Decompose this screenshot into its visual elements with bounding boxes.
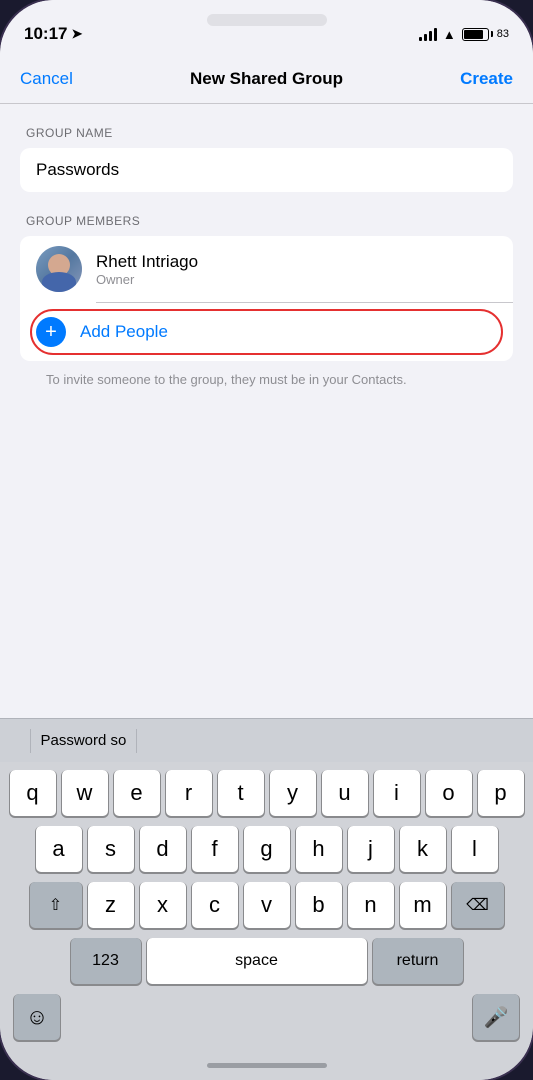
key-l[interactable]: l	[452, 826, 498, 872]
key-i[interactable]: i	[374, 770, 420, 816]
signal-bars	[419, 28, 437, 41]
numbers-key[interactable]: 123	[71, 938, 141, 984]
key-q[interactable]: q	[10, 770, 56, 816]
backspace-key[interactable]: ⌫	[452, 882, 504, 928]
key-h[interactable]: h	[296, 826, 342, 872]
group-name-label: GROUP NAME	[20, 126, 513, 140]
key-n[interactable]: n	[348, 882, 394, 928]
add-people-label[interactable]: Add People	[80, 322, 168, 342]
battery-icon: 83	[462, 28, 509, 41]
shift-key[interactable]: ⇧	[30, 882, 82, 928]
home-indicator	[0, 1050, 533, 1080]
signal-bar-1	[419, 37, 422, 41]
suggestion-center[interactable]: Password so	[31, 728, 137, 753]
wifi-icon: ▲	[443, 27, 456, 42]
key-m[interactable]: m	[400, 882, 446, 928]
dynamic-island	[207, 14, 327, 26]
key-z[interactable]: z	[88, 882, 134, 928]
key-row-4: 123 space return	[6, 938, 527, 984]
suggestion-right	[137, 737, 157, 745]
status-icons: ▲ 83	[419, 27, 509, 42]
key-p[interactable]: p	[478, 770, 524, 816]
return-key[interactable]: return	[373, 938, 463, 984]
suggestion-left	[10, 737, 30, 745]
location-icon: ➤	[71, 26, 82, 42]
battery-body	[462, 28, 489, 41]
avatar-face	[36, 246, 82, 292]
home-bar	[207, 1063, 327, 1068]
cancel-button[interactable]: Cancel	[20, 69, 73, 89]
signal-bar-4	[434, 28, 437, 41]
mic-key[interactable]: 🎤	[473, 994, 519, 1040]
battery-tip	[491, 31, 493, 37]
key-y[interactable]: y	[270, 770, 316, 816]
plus-symbol: +	[45, 322, 57, 342]
phone-frame: 10:17 ➤ ▲ 83	[0, 0, 533, 1080]
group-name-section: GROUP NAME Passwords	[0, 126, 533, 192]
key-o[interactable]: o	[426, 770, 472, 816]
create-button[interactable]: Create	[460, 69, 513, 89]
key-b[interactable]: b	[296, 882, 342, 928]
members-list: Rhett Intriago Owner + Add People	[20, 236, 513, 361]
key-w[interactable]: w	[62, 770, 108, 816]
key-row-3: ⇧ z x c v b n m ⌫	[6, 882, 527, 928]
invite-hint: To invite someone to the group, they mus…	[20, 361, 513, 389]
key-a[interactable]: a	[36, 826, 82, 872]
key-row-1: q w e r t y u i o p	[6, 770, 527, 816]
add-people-row[interactable]: + Add People	[20, 303, 513, 361]
member-name: Rhett Intriago	[96, 252, 198, 272]
group-name-input[interactable]: Passwords	[20, 148, 513, 192]
nav-bar: Cancel New Shared Group Create	[0, 54, 533, 104]
keyboard-area: Password so q w e r t y u i o p	[0, 718, 533, 1050]
member-row: Rhett Intriago Owner	[20, 236, 513, 302]
group-members-section: GROUP MEMBERS Rhett Intriago Owner	[0, 214, 533, 389]
member-info: Rhett Intriago Owner	[96, 252, 198, 287]
keyboard-rows: q w e r t y u i o p a s d f	[0, 762, 533, 988]
space-key[interactable]: space	[147, 938, 367, 984]
group-members-label: GROUP MEMBERS	[20, 214, 513, 228]
time-display: 10:17	[24, 24, 67, 44]
key-c[interactable]: c	[192, 882, 238, 928]
key-r[interactable]: r	[166, 770, 212, 816]
signal-bar-3	[429, 31, 432, 41]
battery-fill	[464, 30, 483, 39]
signal-bar-2	[424, 34, 427, 41]
battery-percent: 83	[497, 28, 509, 40]
key-e[interactable]: e	[114, 770, 160, 816]
keyboard-bottom-row: ☺ 🎤	[0, 988, 533, 1050]
avatar	[36, 246, 82, 292]
key-x[interactable]: x	[140, 882, 186, 928]
content-area: GROUP NAME Passwords GROUP MEMBERS	[0, 104, 533, 718]
key-v[interactable]: v	[244, 882, 290, 928]
key-d[interactable]: d	[140, 826, 186, 872]
key-g[interactable]: g	[244, 826, 290, 872]
status-time: 10:17 ➤	[24, 24, 82, 44]
emoji-key[interactable]: ☺	[14, 994, 60, 1040]
key-row-2: a s d f g h j k l	[6, 826, 527, 872]
member-role: Owner	[96, 272, 198, 287]
key-f[interactable]: f	[192, 826, 238, 872]
key-u[interactable]: u	[322, 770, 368, 816]
status-bar: 10:17 ➤ ▲ 83	[0, 0, 533, 54]
avatar-body	[42, 272, 76, 292]
key-t[interactable]: t	[218, 770, 264, 816]
plus-icon: +	[36, 317, 66, 347]
nav-title: New Shared Group	[190, 69, 343, 89]
key-s[interactable]: s	[88, 826, 134, 872]
key-j[interactable]: j	[348, 826, 394, 872]
phone-screen: 10:17 ➤ ▲ 83	[0, 0, 533, 1080]
suggestion-bar: Password so	[0, 718, 533, 762]
key-k[interactable]: k	[400, 826, 446, 872]
